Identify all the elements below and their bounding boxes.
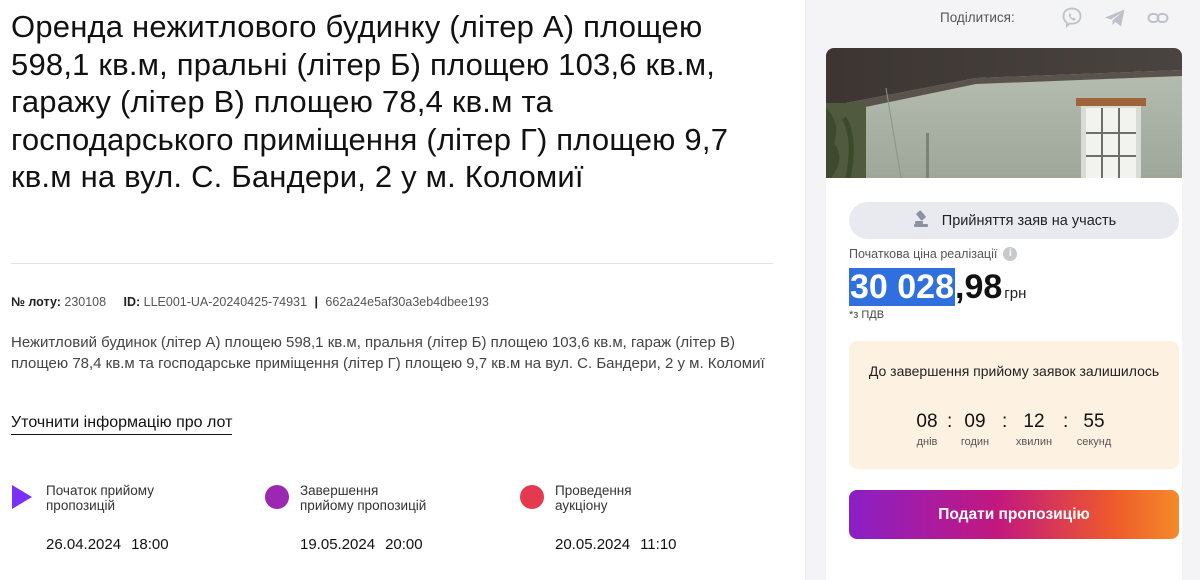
timer-unit: днів bbox=[916, 436, 938, 448]
lot-photo[interactable] bbox=[826, 48, 1182, 178]
link-icon[interactable] bbox=[1146, 6, 1170, 30]
phase-label: Початок прийому пропозицій bbox=[46, 483, 154, 513]
lot-hash: 662a24e5af30a3eb4dbee193 bbox=[325, 295, 489, 309]
price-label: Початкова ціна реалізації i bbox=[849, 247, 1018, 261]
lot-sidebar: Поділитися: Прийняття заяв на участь Поч… bbox=[805, 0, 1200, 580]
price-label-text: Початкова ціна реалізації bbox=[849, 247, 998, 261]
phase-time: 20:00 bbox=[385, 536, 423, 553]
phase-time: 11:10 bbox=[640, 536, 677, 553]
lot-identifiers: № лоту: 230108 ID: LLE001-UA-20240425-74… bbox=[11, 295, 489, 309]
countdown-timer: До завершення прийому заявок залишилось … bbox=[849, 341, 1179, 469]
timer-unit: хвилин bbox=[1015, 436, 1053, 448]
phase-date: 20.05.2024 bbox=[555, 536, 631, 553]
timer-value: 55 bbox=[1083, 411, 1105, 432]
timer-colon: : bbox=[1002, 411, 1008, 432]
circle-icon bbox=[520, 485, 544, 509]
phase-datetime: 26.04.2024 18:00 bbox=[46, 536, 169, 553]
timer-value: 12 bbox=[1023, 411, 1045, 432]
submit-offer-button[interactable]: Подати пропозицію bbox=[849, 490, 1179, 539]
circle-icon bbox=[265, 485, 289, 509]
timer-unit: секунд bbox=[1076, 436, 1112, 448]
lot-details: Оренда нежитлового будинку (літер А) пло… bbox=[0, 0, 805, 580]
timer-title: До завершення прийому заявок залишилось bbox=[868, 363, 1160, 379]
timer-unit: годин bbox=[960, 436, 990, 448]
status-text: Прийняття заяв на участь bbox=[941, 212, 1117, 229]
phase-label: Завершення прийому пропозицій bbox=[300, 483, 427, 513]
phase-label: Проведення аукціону bbox=[555, 483, 632, 513]
phase-datetime: 19.05.2024 20:00 bbox=[300, 536, 423, 553]
price: 30 028,98 грн bbox=[849, 268, 1026, 306]
phase-date: 26.04.2024 bbox=[46, 536, 122, 553]
price-currency: грн bbox=[1004, 285, 1027, 302]
lot-id-label: ID: bbox=[123, 295, 141, 309]
timer-value: 08 bbox=[916, 411, 938, 432]
price-fraction: ,98 bbox=[955, 268, 1003, 306]
vat-note: *з ПДВ bbox=[849, 309, 885, 321]
share-label: Поділитися: bbox=[940, 10, 1015, 25]
phase-datetime: 20.05.2024 11:10 bbox=[555, 536, 677, 553]
price-whole: 30 028 bbox=[849, 268, 955, 306]
phase-date: 19.05.2024 bbox=[300, 536, 376, 553]
lot-number-label: № лоту: bbox=[11, 295, 61, 309]
lot-price-card: Прийняття заяв на участь Початкова ціна … bbox=[826, 178, 1182, 580]
timer-colon: : bbox=[1063, 411, 1069, 432]
lot-description: Нежитловий будинок (літер А) площею 598,… bbox=[11, 334, 765, 372]
timer-minutes: 12 хвилин bbox=[1009, 411, 1059, 448]
clarify-info-link[interactable]: Уточнити інформацію про лот bbox=[11, 414, 233, 435]
telegram-icon[interactable] bbox=[1103, 6, 1127, 30]
info-icon[interactable]: i bbox=[1003, 247, 1018, 261]
play-icon bbox=[11, 485, 33, 514]
timer-days: 08 днів bbox=[902, 411, 952, 448]
id-separator: | bbox=[314, 295, 318, 309]
lot-id: LLE001-UA-20240425-74931 bbox=[143, 295, 307, 309]
viber-icon[interactable] bbox=[1060, 6, 1084, 30]
timer-value: 09 bbox=[964, 411, 986, 432]
timer-hours: 09 годин bbox=[950, 411, 1000, 448]
status-badge: Прийняття заяв на участь bbox=[849, 202, 1179, 239]
lot-title: Оренда нежитлового будинку (літер А) пло… bbox=[11, 9, 729, 194]
gavel-icon bbox=[912, 210, 930, 232]
lot-number: 230108 bbox=[64, 295, 107, 309]
phase-time: 18:00 bbox=[131, 536, 169, 553]
divider bbox=[11, 263, 773, 264]
timer-seconds: 55 секунд bbox=[1069, 411, 1119, 448]
